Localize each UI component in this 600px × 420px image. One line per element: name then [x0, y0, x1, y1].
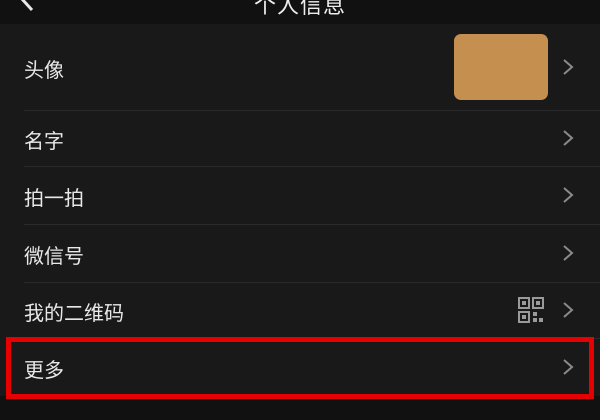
- qr-code-label: 我的二维码: [24, 301, 124, 325]
- chevron-right-icon: [563, 359, 574, 375]
- pat-label: 拍一拍: [24, 186, 84, 210]
- qr-code-row[interactable]: 我的二维码: [0, 283, 600, 338]
- page-title: 个人信息: [253, 0, 346, 19]
- name-row[interactable]: 名字: [0, 111, 600, 166]
- avatar-row[interactable]: 头像: [0, 24, 600, 110]
- chevron-right-icon: [563, 59, 574, 75]
- bottom-area: [0, 396, 600, 420]
- pat-row[interactable]: 拍一拍: [0, 167, 600, 224]
- avatar[interactable]: [454, 34, 548, 100]
- wechat-id-label: 微信号: [24, 244, 84, 268]
- more-label: 更多: [24, 358, 64, 382]
- more-row[interactable]: 更多: [0, 339, 600, 396]
- chevron-right-icon: [563, 245, 574, 261]
- qr-code-icon: [518, 297, 544, 323]
- top-bar: 个人信息: [0, 0, 600, 24]
- name-label: 名字: [24, 129, 64, 153]
- wechat-id-row[interactable]: 微信号: [0, 225, 600, 282]
- chevron-right-icon: [563, 187, 574, 203]
- chevron-right-icon: [563, 130, 574, 146]
- profile-settings-list: 头像 名字 拍一拍 微信号 我的二维码 更多: [0, 24, 600, 396]
- chevron-right-icon: [563, 302, 574, 318]
- avatar-label: 头像: [24, 58, 64, 82]
